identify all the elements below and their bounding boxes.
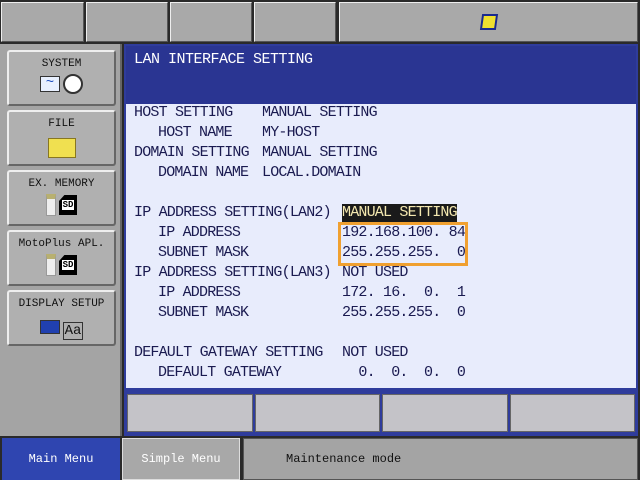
- folder-icon: [47, 138, 76, 158]
- robot-edit-icon: [479, 14, 498, 30]
- function-button-1[interactable]: [127, 394, 253, 432]
- sidebar-item-label: EX. MEMORY: [28, 178, 95, 190]
- function-button-4[interactable]: [509, 394, 635, 432]
- lan3-subnet-value[interactable]: 255.255.255. 0: [342, 304, 466, 322]
- function-key-bar: [124, 390, 638, 436]
- gateway-setting-value[interactable]: NOT USED: [342, 344, 408, 362]
- clock-icon: [63, 74, 83, 94]
- host-setting-label: HOST SETTING: [134, 104, 233, 121]
- gateway-value[interactable]: 0. 0. 0. 0: [342, 364, 465, 382]
- system-wave-icon: ~: [40, 76, 60, 92]
- top-tab-1[interactable]: [1, 2, 84, 42]
- usb-icon: [46, 254, 56, 276]
- display-icon: [39, 320, 60, 334]
- top-tab-3[interactable]: [170, 2, 252, 42]
- main-menu-label: Main Menu: [28, 452, 94, 466]
- mode-status: Maintenance mode: [286, 452, 402, 466]
- host-name-value[interactable]: MY-HOST: [262, 124, 320, 142]
- lan3-subnet-label: SUBNET MASK: [158, 304, 249, 321]
- sidebar-item-display-setup[interactable]: DISPLAY SETUP Aa: [7, 290, 116, 346]
- gateway-label: DEFAULT GATEWAY: [158, 364, 282, 381]
- simple-menu-label: Simple Menu: [141, 452, 221, 466]
- page-title: LAN INTERFACE SETTING: [126, 46, 636, 104]
- function-button-3[interactable]: [382, 394, 508, 432]
- domain-name-label: DOMAIN NAME: [158, 164, 249, 181]
- host-setting-value[interactable]: MANUAL SETTING: [262, 104, 378, 122]
- domain-setting-value[interactable]: MANUAL SETTING: [262, 144, 378, 162]
- lan2-setting-label: IP ADDRESS SETTING(LAN2): [134, 204, 332, 221]
- sidebar-item-motoplus[interactable]: MotoPlus APL. SD: [7, 230, 116, 286]
- main-menu-button[interactable]: Main Menu: [2, 438, 120, 480]
- gateway-setting-label: DEFAULT GATEWAY SETTING: [134, 344, 323, 361]
- sidebar-item-label: MotoPlus APL.: [18, 238, 105, 250]
- status-area: [339, 2, 638, 42]
- lan2-setting-value[interactable]: MANUAL SETTING: [342, 204, 458, 222]
- sidebar-item-system[interactable]: SYSTEM ~: [7, 50, 116, 106]
- sidebar-item-label: SYSTEM: [41, 58, 82, 70]
- lan2-ip-label: IP ADDRESS: [158, 224, 241, 241]
- lan3-ip-label: IP ADDRESS: [158, 284, 241, 301]
- simple-menu-button[interactable]: Simple Menu: [122, 438, 240, 480]
- sd-card-icon: SD: [59, 195, 77, 215]
- domain-name-value[interactable]: LOCAL.DOMAIN: [262, 164, 361, 182]
- sidebar-item-file[interactable]: FILE: [7, 110, 116, 166]
- top-tab-2[interactable]: [86, 2, 168, 42]
- function-button-2[interactable]: [254, 394, 380, 432]
- font-icon: Aa: [62, 322, 84, 340]
- sidebar-item-ex-memory[interactable]: EX. MEMORY SD: [7, 170, 116, 226]
- status-bar: Maintenance mode: [243, 438, 638, 480]
- lan2-subnet-label: SUBNET MASK: [158, 244, 249, 261]
- sidebar-item-label: DISPLAY SETUP: [18, 298, 105, 310]
- sidebar-item-label: FILE: [48, 118, 75, 130]
- domain-setting-label: DOMAIN SETTING: [134, 144, 250, 161]
- settings-content: HOST SETTING MANUAL SETTING HOST NAME MY…: [126, 104, 636, 388]
- sidebar: SYSTEM ~ FILE EX. MEMORY SD MotoPlus APL…: [0, 44, 122, 436]
- highlight-box: [338, 222, 468, 266]
- usb-icon: [46, 194, 56, 216]
- lan3-setting-label: IP ADDRESS SETTING(LAN3): [134, 264, 332, 281]
- lan-interface-panel: LAN INTERFACE SETTING HOST SETTING MANUA…: [124, 44, 638, 390]
- host-name-label: HOST NAME: [158, 124, 233, 141]
- sd-card-icon: SD: [59, 255, 77, 275]
- lan3-setting-value[interactable]: NOT USED: [342, 264, 408, 282]
- lan3-ip-value[interactable]: 172. 16. 0. 1: [342, 284, 466, 302]
- top-tab-4[interactable]: [254, 2, 336, 42]
